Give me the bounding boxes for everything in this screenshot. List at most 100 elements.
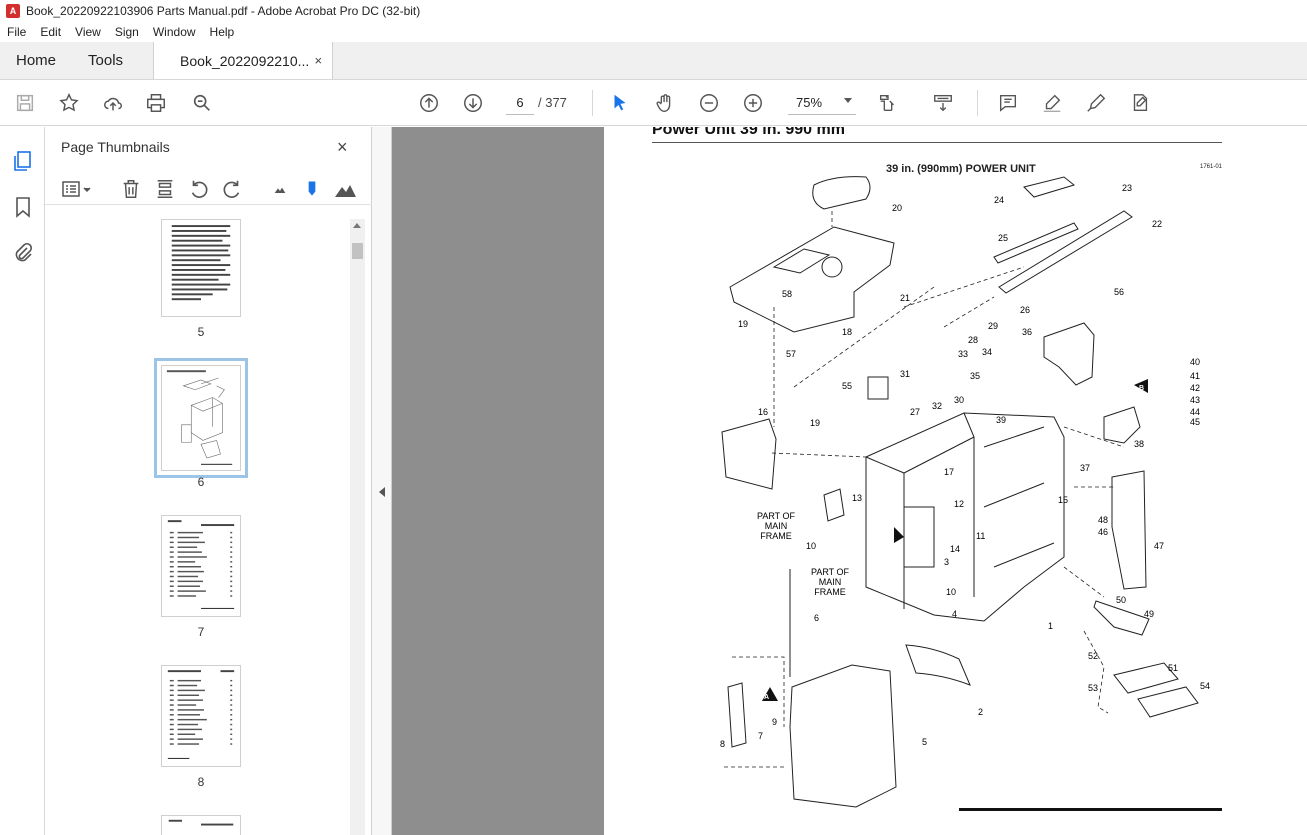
callout-19b: 19 [810,418,820,428]
search-icon[interactable] [190,91,214,115]
highlight-pen-icon[interactable] [1040,91,1064,115]
page-fit-icon[interactable] [876,91,900,115]
scroll-mode-icon[interactable] [931,91,955,115]
frame-label-line: FRAME [814,587,846,597]
callout-3: 3 [944,557,949,567]
callout-40: 40 [1190,357,1200,367]
tab-tools[interactable]: Tools [72,42,139,79]
thumbnail-label: 7 [197,625,205,639]
callout-29: 29 [988,321,998,331]
menu-window[interactable]: Window [146,25,203,39]
callout-7: 7 [758,731,763,741]
pdf-icon: A [6,4,20,18]
callout-33: 33 [958,349,968,359]
callout-15: 15 [1058,495,1068,505]
comment-icon[interactable] [996,91,1020,115]
zoom-select[interactable]: 75% [788,91,856,115]
callout-12: 12 [954,499,964,509]
part-1 [865,412,1065,622]
navigation-rail [0,127,45,835]
zoom-out-icon[interactable] [697,91,721,115]
attachment-icon[interactable] [11,241,35,265]
callout-13: 13 [852,493,862,503]
callout-46: 46 [1098,527,1108,537]
save-icon[interactable] [13,91,37,115]
thumbnail-page-6[interactable] [154,358,248,478]
thumbnail-page-8[interactable] [161,665,241,767]
callout-25: 25 [998,233,1008,243]
page-thumbnails-icon[interactable] [11,149,35,173]
thumbnail-label: 8 [197,775,205,789]
rotate-left-icon[interactable] [187,177,211,201]
hand-tool-icon[interactable] [653,91,677,115]
callout-43: 43 [1190,395,1200,405]
callout-10: 10 [806,541,816,551]
callout-24: 24 [994,195,1004,205]
callout-53: 53 [1088,683,1098,693]
toolbar-divider [977,90,978,116]
page-bottom-rule [959,808,1222,811]
star-icon[interactable] [57,91,81,115]
part-24 [1023,176,1076,198]
insert-pages-icon[interactable] [153,177,177,201]
thumbnail-label: 6 [197,475,205,489]
document-viewer[interactable]: Power Unit 39 in. 990 mm 39 in. (990mm) … [392,127,1307,835]
callout-16: 16 [758,407,768,417]
scroll-up-icon[interactable] [353,223,361,228]
frame-label-line: PART OF [757,511,796,521]
print-icon[interactable] [144,91,168,115]
part-5 [789,664,897,808]
callout-37: 37 [1080,463,1090,473]
menu-view[interactable]: View [68,25,108,39]
previous-page-icon[interactable] [417,91,441,115]
page-number-input[interactable]: 6 [506,91,534,115]
menu-file[interactable]: File [0,25,33,39]
thumbnail-page-7[interactable] [161,515,241,617]
callout-57: 57 [786,349,796,359]
tab-home[interactable]: Home [0,42,72,79]
thumbnails-scrollbar[interactable] [350,219,365,835]
next-page-icon[interactable] [461,91,485,115]
callout-11: 11 [976,531,985,541]
scrollbar-thumb[interactable] [352,243,363,259]
collapse-left-icon[interactable] [379,487,385,497]
menu-help[interactable]: Help [203,25,242,39]
thumbnail-page-5[interactable] [161,219,241,317]
page-total-label: / 377 [538,95,567,110]
panel-title: Page Thumbnails [61,139,170,155]
zoom-in-icon[interactable] [741,91,765,115]
thumbnail-page-9[interactable] [161,815,241,835]
rotate-right-icon[interactable] [220,177,244,201]
callout-23: 23 [1122,183,1132,193]
part-38 [1103,406,1141,444]
sign-pen-icon[interactable] [1084,91,1108,115]
edit-document-icon[interactable] [1128,91,1152,115]
tab-bar: Home Tools Book_2022092210... × [0,42,1307,80]
panel-collapse-handle[interactable] [372,127,392,835]
tab-document-label: Book_2022092210... [180,52,310,69]
options-menu-icon[interactable] [61,177,95,201]
frame-label-line: MAIN [765,521,788,531]
menu-sign[interactable]: Sign [108,25,146,39]
close-panel-icon[interactable]: × [337,137,348,158]
bookmark-icon[interactable] [11,195,35,219]
thumbnail-size-slider-icon[interactable] [300,177,324,201]
small-thumbnails-icon[interactable] [268,177,292,201]
upload-cloud-icon[interactable] [101,91,125,115]
callout-52: 52 [1088,651,1098,661]
callout-30: 30 [954,395,964,405]
large-thumbnails-icon[interactable] [333,177,357,201]
callout-34: 34 [982,347,992,357]
callout-49: 49 [1144,609,1154,619]
thumbnails-list[interactable]: 5 6 7 8 [45,219,350,835]
tab-document[interactable]: Book_2022092210... × [153,42,334,79]
panel-toolbar [45,173,372,205]
callout-51: 51 [1168,663,1178,673]
close-tab-icon[interactable]: × [314,53,322,68]
part-22 [998,210,1133,294]
select-cursor-icon[interactable] [608,91,632,115]
callout-50: 50 [1116,595,1126,605]
toolbar-divider [592,90,593,116]
delete-icon[interactable] [119,177,143,201]
menu-edit[interactable]: Edit [33,25,68,39]
